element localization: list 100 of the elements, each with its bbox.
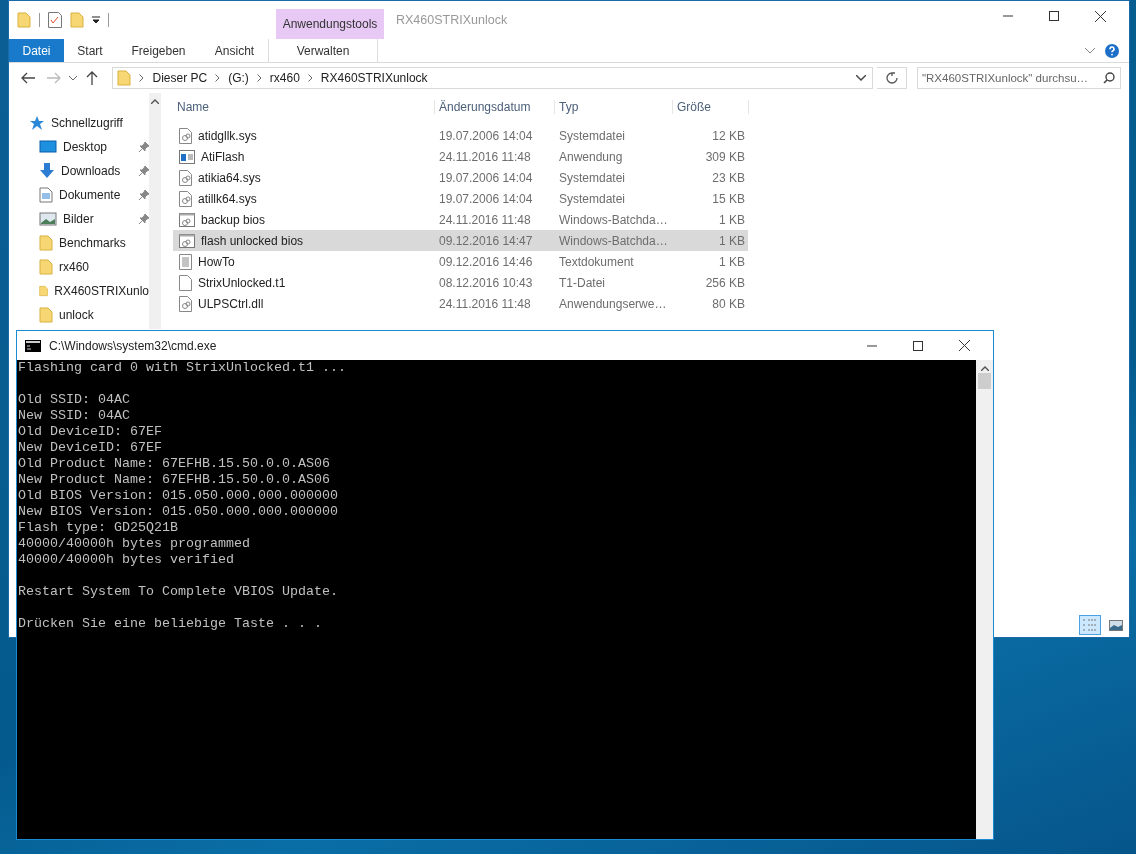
nav-item[interactable]: Desktop xyxy=(29,135,149,159)
ribbon-tab[interactable]: Verwalten xyxy=(268,39,378,62)
date-cell-text: 24.11.2016 11:48 xyxy=(438,149,532,164)
type-cell-text: Systemdatei xyxy=(558,128,627,143)
scrollbar[interactable] xyxy=(149,93,161,329)
console-line: Restart System To Complete VBIOS Update. xyxy=(18,584,339,600)
maximize-icon xyxy=(1049,11,1059,21)
folder-icon xyxy=(39,259,53,275)
gear-window-icon xyxy=(179,212,195,227)
scroll-thumb[interactable] xyxy=(978,373,991,389)
date-cell-text: 24.11.2016 11:48 xyxy=(438,296,532,311)
column-header[interactable]: Typ xyxy=(555,100,673,114)
gear-file-icon xyxy=(179,169,192,186)
file-name: atillk64.sys xyxy=(198,191,257,206)
console-line: New DeviceID: 67EF xyxy=(18,440,163,456)
nav-item[interactable]: Dokumente xyxy=(29,183,149,207)
folder-icon xyxy=(39,307,53,323)
chevron-right-icon[interactable] xyxy=(215,74,221,82)
column-header[interactable]: Name xyxy=(173,100,435,114)
close-icon xyxy=(958,340,970,351)
file-name: backup bios xyxy=(201,212,266,227)
folder-icon xyxy=(70,12,84,28)
search-icon xyxy=(1103,72,1115,84)
monitor-icon xyxy=(39,140,57,154)
chevron-down-icon[interactable] xyxy=(68,75,77,81)
breadcrumb[interactable]: rx460 xyxy=(269,71,300,85)
ribbon-tab[interactable]: Datei xyxy=(9,39,64,62)
checklist-icon[interactable] xyxy=(48,12,62,28)
address-bar[interactable]: Dieser PC (G:) rx460 RX460STRIXunlock xyxy=(112,67,874,89)
window-title: RX460STRIXunlock xyxy=(396,13,508,27)
console-line: Old SSID: 04AC xyxy=(18,392,131,408)
refresh-button[interactable] xyxy=(877,67,907,89)
file-name: flash unlocked bios xyxy=(201,233,304,248)
console-line: New Product Name: 67EFHB.15.50.0.0.AS06 xyxy=(18,472,331,488)
file-name: HowTo xyxy=(198,254,235,269)
file-name: AtiFlash xyxy=(201,149,245,164)
scrollbar[interactable] xyxy=(976,360,993,839)
file-name: ULPSCtrl.dll xyxy=(198,296,264,311)
size-cell-text: 1 KB xyxy=(718,233,745,248)
file-row[interactable]: atidgllk.sys 19.07.2006 14:04 Systemdatei 12 KB xyxy=(173,125,748,146)
chevron-down-icon[interactable] xyxy=(856,75,867,81)
application-icon xyxy=(179,149,195,164)
nav-item[interactable]: Benchmarks xyxy=(29,231,149,255)
type-cell-text: Windows-Batchda… xyxy=(558,233,669,248)
down-arrow-icon xyxy=(39,163,55,179)
ribbon-tab[interactable]: Freigeben xyxy=(116,39,201,62)
dropdown-icon[interactable] xyxy=(92,16,100,24)
breadcrumb[interactable]: Dieser PC xyxy=(152,71,208,85)
type-cell-text: T1-Datei xyxy=(558,275,606,290)
type-cell-text: Anwendung xyxy=(558,149,624,164)
blank-file-icon xyxy=(179,274,192,291)
gear-file-icon xyxy=(179,190,192,207)
size-cell-text: 1 KB xyxy=(718,212,745,227)
column-header[interactable]: Größe xyxy=(673,100,749,114)
file-row[interactable]: atillk64.sys 19.07.2006 14:04 Systemdatei 15 KB xyxy=(173,188,748,209)
ribbon-tab[interactable]: Ansicht xyxy=(201,39,268,62)
maximize-icon xyxy=(913,340,923,351)
file-row[interactable]: AtiFlash 24.11.2016 11:48 Anwendung 309 KB xyxy=(173,146,748,167)
date-cell-text: 19.07.2006 14:04 xyxy=(438,170,534,185)
breadcrumb[interactable]: RX460STRIXunlock xyxy=(320,71,428,85)
ribbon-tab[interactable]: Start xyxy=(64,39,116,62)
scroll-up-icon[interactable] xyxy=(980,366,989,371)
picture-icon xyxy=(39,212,57,226)
nav-item[interactable]: unlock xyxy=(29,303,149,327)
folder-icon xyxy=(39,235,53,251)
file-row[interactable]: HowTo 09.12.2016 14:46 Textdokument 1 KB xyxy=(173,251,748,272)
console-line: Old DeviceID: 67EF xyxy=(18,424,163,440)
text-file-icon xyxy=(179,253,192,270)
file-row[interactable]: StrixUnlocked.t1 08.12.2016 10:43 T1-Datei 256 KB xyxy=(173,272,748,293)
window-title: C:\Windows\system32\cmd.exe xyxy=(49,338,218,353)
search-field[interactable]: "RX460STRIXunlock" durchsu… xyxy=(917,67,1121,89)
breadcrumb[interactable]: (G:) xyxy=(228,71,249,85)
console-line: 40000/40000h bytes programmed xyxy=(18,536,251,552)
console-line: Old BIOS Version: 015.050.000.000.000000 xyxy=(18,488,339,504)
nav-item[interactable]: RX460STRIXunlo xyxy=(29,279,149,303)
column-header[interactable]: Änderungsdatum xyxy=(435,100,555,114)
back-arrow-icon[interactable] xyxy=(20,72,35,84)
help-icon[interactable] xyxy=(1105,43,1119,58)
size-cell-text: 256 KB xyxy=(704,275,745,290)
size-cell-text: 309 KB xyxy=(704,149,745,164)
scroll-up-icon[interactable] xyxy=(151,99,159,104)
file-row[interactable]: flash unlocked bios 09.12.2016 14:47 Windows-Batchda… 1 KB xyxy=(173,230,748,251)
console-line: Drücken Sie eine beliebige Taste . . . xyxy=(18,616,323,632)
console-line: Old Product Name: 67EFHB.15.50.0.0.AS06 xyxy=(18,456,331,472)
file-row[interactable]: backup bios 24.11.2016 11:48 Windows-Batchda… 1 KB xyxy=(173,209,748,230)
nav-item[interactable]: Downloads xyxy=(29,159,149,183)
date-cell-text: 09.12.2016 14:47 xyxy=(438,233,534,248)
chevron-right-icon[interactable] xyxy=(139,74,145,82)
nav-item[interactable]: Bilder xyxy=(29,207,149,231)
date-cell-text: 09.12.2016 14:46 xyxy=(438,254,534,269)
size-cell-text: 80 KB xyxy=(711,296,745,311)
chevron-right-icon[interactable] xyxy=(256,74,262,82)
file-name: StrixUnlocked.t1 xyxy=(198,275,286,290)
folder-icon xyxy=(117,70,132,86)
file-row[interactable]: atikia64.sys 19.07.2006 14:04 Systemdatei 23 KB xyxy=(173,167,748,188)
nav-item[interactable]: Schnellzugriff xyxy=(29,111,149,135)
file-row[interactable]: ULPSCtrl.dll 24.11.2016 11:48 Anwendungserwe… 80 KB xyxy=(173,293,748,314)
up-arrow-icon[interactable] xyxy=(85,71,98,85)
nav-item[interactable]: rx460 xyxy=(29,255,149,279)
chevron-right-icon[interactable] xyxy=(307,74,313,82)
